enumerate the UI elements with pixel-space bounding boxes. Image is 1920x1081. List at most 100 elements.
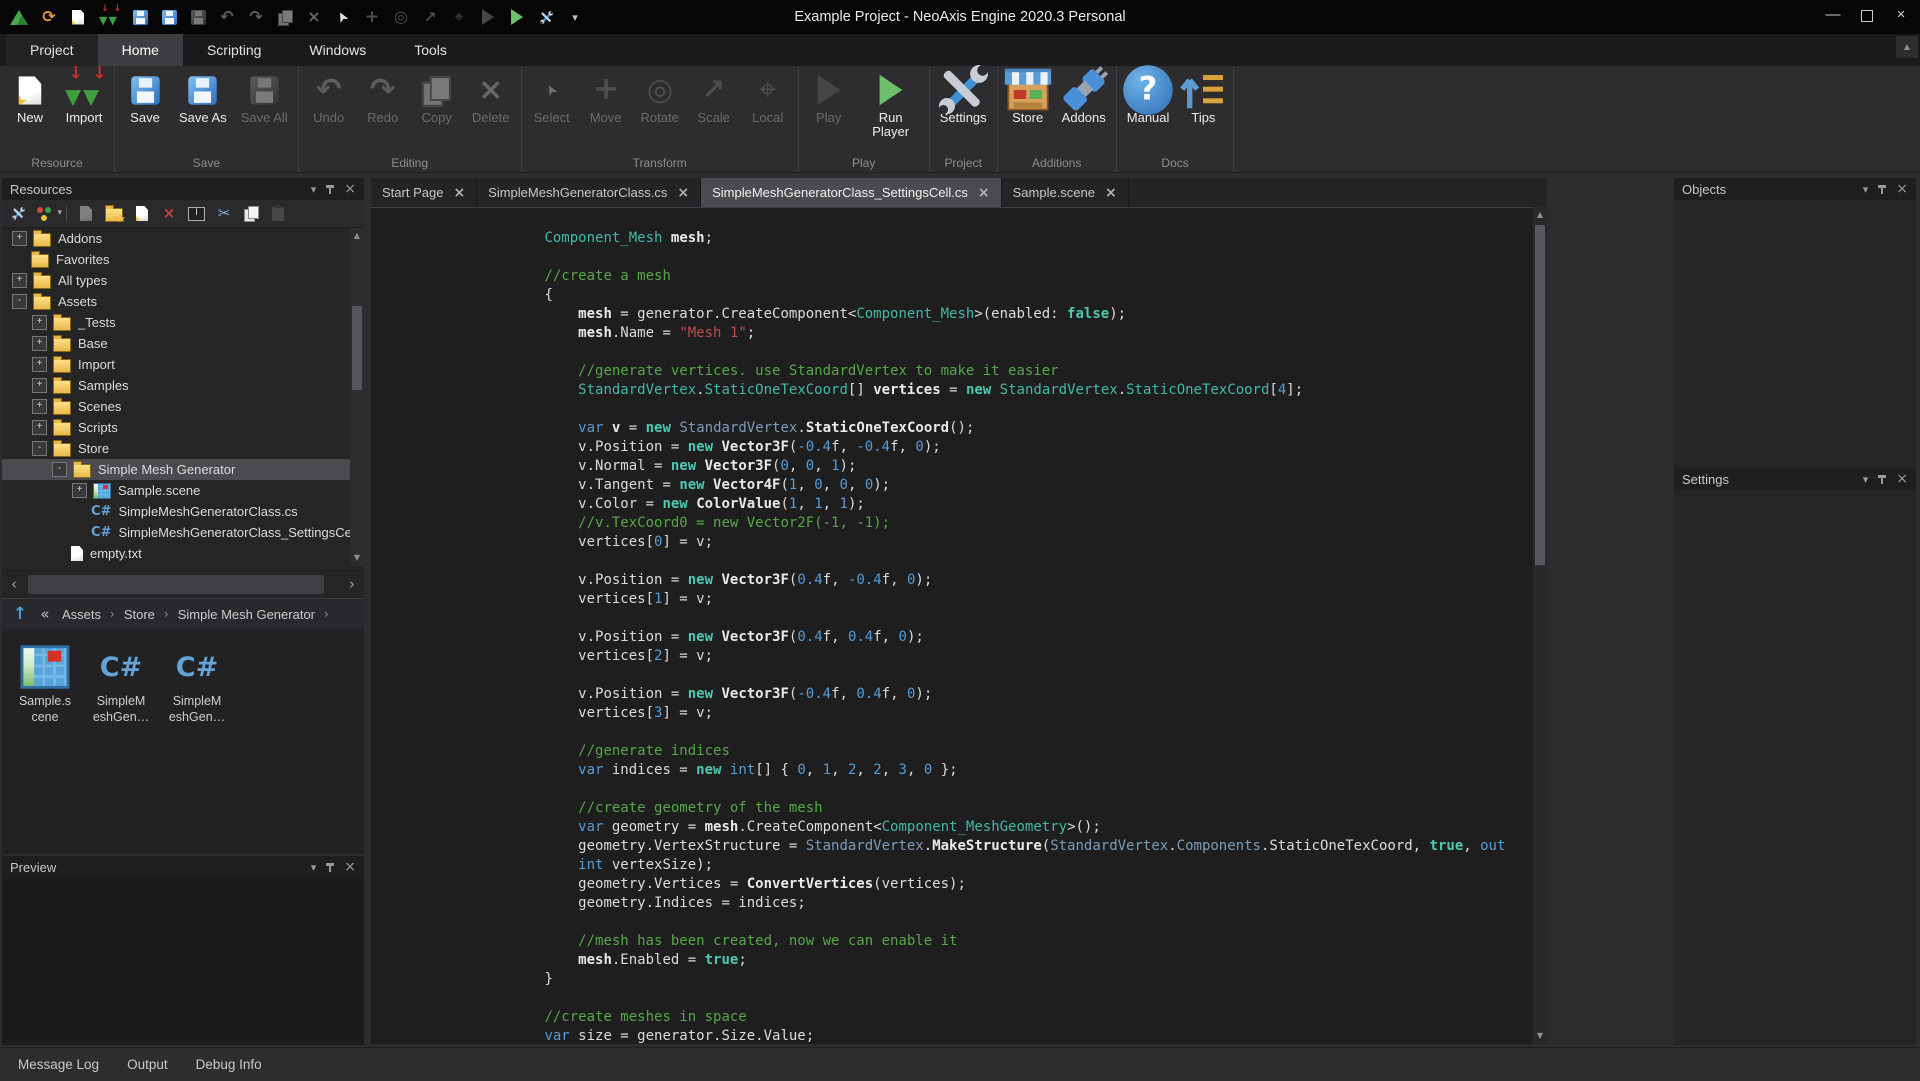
rotate-button[interactable]: ◎Rotate — [633, 66, 687, 125]
tree-expander[interactable]: + — [32, 336, 47, 351]
scroll-up-icon[interactable]: ▲ — [1533, 207, 1547, 223]
tree-item-store[interactable]: -Store — [2, 438, 350, 459]
tree-expander[interactable]: + — [12, 273, 27, 288]
tab-sample-scene[interactable]: Sample.scene× — [1002, 178, 1129, 207]
scroll-right-icon[interactable]: › — [340, 571, 364, 598]
file-tile-simplemeshgen[interactable]: C#SimpleMeshGen… — [84, 641, 158, 725]
import-button[interactable]: Import — [57, 66, 111, 125]
tree-expander[interactable]: + — [12, 231, 27, 246]
objects-pin-button[interactable] — [1877, 184, 1887, 195]
edit-button[interactable] — [78, 206, 94, 221]
menu-tools[interactable]: Tools — [390, 34, 471, 66]
preview-close-button[interactable]: × — [344, 860, 356, 874]
resources-chevron-button[interactable]: ▾ — [311, 184, 317, 195]
scrollbar-thumb[interactable] — [352, 306, 362, 390]
tree-item-all-types[interactable]: +All types — [2, 270, 350, 291]
select-button[interactable]: ➤Select — [525, 66, 579, 125]
rename-button[interactable]: I — [188, 207, 205, 221]
scroll-left-icon[interactable]: ‹ — [2, 571, 26, 598]
scroll-down-icon[interactable]: ▼ — [350, 550, 364, 566]
tree-item-assets[interactable]: -Assets — [2, 291, 350, 312]
scroll-down-icon[interactable]: ▼ — [1533, 1028, 1547, 1044]
tree-item-tests[interactable]: +_Tests — [2, 312, 350, 333]
navigate-back-button[interactable]: « — [37, 607, 53, 622]
file-tile-simplemeshgen[interactable]: C#SimpleMeshGen… — [160, 641, 234, 725]
tree-item-favorites[interactable]: Favorites — [2, 249, 350, 270]
breadcrumb-item-simple-mesh-generator[interactable]: Simple Mesh Generator — [178, 607, 315, 622]
cut-button[interactable]: ✂ — [216, 206, 232, 221]
play-button[interactable]: Play — [802, 66, 856, 125]
statusbar-output[interactable]: Output — [127, 1057, 168, 1072]
new-resource-button[interactable] — [134, 206, 150, 221]
tree-item-base[interactable]: +Base — [2, 333, 350, 354]
scale-button[interactable]: ↗Scale — [687, 66, 741, 125]
breadcrumb-item-store[interactable]: Store — [124, 607, 155, 622]
editor-vertical-scrollbar[interactable]: ▲ ▼ — [1533, 207, 1547, 1044]
copy-resource-button[interactable] — [243, 206, 259, 221]
close-tab-button[interactable]: × — [978, 186, 990, 200]
tips-button[interactable]: Tips — [1176, 66, 1230, 125]
menu-windows[interactable]: Windows — [285, 34, 390, 66]
tree-expander[interactable]: - — [12, 294, 27, 309]
manual-button[interactable]: ?Manual — [1120, 66, 1177, 125]
breadcrumb-item-assets[interactable]: Assets — [62, 607, 101, 622]
maximize-button[interactable] — [1850, 0, 1884, 34]
copy-button[interactable]: Copy — [410, 66, 464, 125]
resources-pin-button[interactable] — [325, 184, 335, 195]
tree-item-sample-scene[interactable]: +Sample.scene — [2, 480, 350, 501]
objects-chevron-button[interactable]: ▾ — [1863, 184, 1869, 195]
scroll-up-icon[interactable]: ▲ — [350, 228, 364, 244]
tree-expander[interactable]: + — [32, 357, 47, 372]
tree-expander[interactable]: - — [32, 441, 47, 456]
tree-item-scenes[interactable]: +Scenes — [2, 396, 350, 417]
tree-horizontal-scrollbar[interactable]: ‹ › — [2, 570, 364, 598]
addons-button[interactable]: Addons — [1055, 66, 1113, 125]
tree-expander[interactable]: + — [32, 399, 47, 414]
tree-expander[interactable]: + — [72, 483, 87, 498]
menu-scripting[interactable]: Scripting — [183, 34, 285, 66]
code-editor[interactable]: Component_Mesh mesh; //create a mesh { m… — [371, 207, 1533, 1044]
preview-pin-button[interactable] — [325, 862, 335, 873]
menu-project[interactable]: Project — [6, 34, 98, 66]
undo-button[interactable]: ↶Undo — [302, 66, 356, 125]
paste-button[interactable] — [270, 207, 286, 221]
tree-expander[interactable]: + — [32, 315, 47, 330]
tab-start-page[interactable]: Start Page× — [371, 178, 477, 207]
scrollbar-thumb[interactable] — [28, 575, 324, 594]
tree-expander[interactable]: + — [32, 420, 47, 435]
settings-button[interactable]: Settings — [933, 66, 994, 125]
move-button[interactable]: +Move — [579, 66, 633, 125]
tab-simplemeshgeneratorclass-cs[interactable]: SimpleMeshGeneratorClass.cs× — [477, 178, 701, 207]
objects-close-button[interactable]: × — [1896, 182, 1908, 196]
tree-item-import[interactable]: +Import — [2, 354, 350, 375]
tree-item-simplemeshgeneratorclass-settingscell-cs[interactable]: C#SimpleMeshGeneratorClass_SettingsCell.… — [2, 522, 350, 543]
tree-item-samples[interactable]: +Samples — [2, 375, 350, 396]
close-tab-button[interactable]: × — [1105, 186, 1117, 200]
tree-item-simple-mesh-generator[interactable]: -Simple Mesh Generator — [2, 459, 350, 480]
close-tab-button[interactable]: × — [453, 186, 465, 200]
settings-pin-button[interactable] — [1877, 474, 1887, 485]
tree-vertical-scrollbar[interactable]: ▲ ▼ — [350, 228, 364, 566]
local-button[interactable]: ⌖Local — [741, 66, 795, 125]
save-all-button[interactable]: Save All — [234, 66, 295, 125]
category-filter-button[interactable] — [37, 207, 55, 221]
tree-expander[interactable]: + — [32, 378, 47, 393]
resources-close-button[interactable]: × — [344, 182, 356, 196]
save-button[interactable]: Save — [118, 66, 172, 125]
redo-button[interactable]: ↷Redo — [356, 66, 410, 125]
tree-item-scripts[interactable]: +Scripts — [2, 417, 350, 438]
menu-home[interactable]: Home — [98, 34, 183, 66]
delete-resource-button[interactable]: × — [161, 206, 177, 221]
ribbon-scroll-up-button[interactable]: ▲ — [1896, 36, 1918, 58]
tab-simplemeshgeneratorclass-settingscell-cs[interactable]: SimpleMeshGeneratorClass_SettingsCell.cs… — [701, 178, 1002, 207]
scrollbar-thumb[interactable] — [1535, 225, 1545, 565]
tree-item-simplemeshgeneratorclass-cs[interactable]: C#SimpleMeshGeneratorClass.cs — [2, 501, 350, 522]
close-button[interactable]: × — [1884, 0, 1918, 34]
delete-button[interactable]: ×Delete — [464, 66, 518, 125]
file-tile-sample-scene[interactable]: Sample.scene — [8, 641, 82, 725]
minimize-button[interactable]: — — [1816, 0, 1850, 34]
run-player-button[interactable]: Run Player — [856, 66, 926, 139]
tree-item-empty-txt[interactable]: empty.txt — [2, 543, 350, 564]
tree-item-addons[interactable]: +Addons — [2, 228, 350, 249]
preview-chevron-button[interactable]: ▾ — [311, 862, 317, 873]
